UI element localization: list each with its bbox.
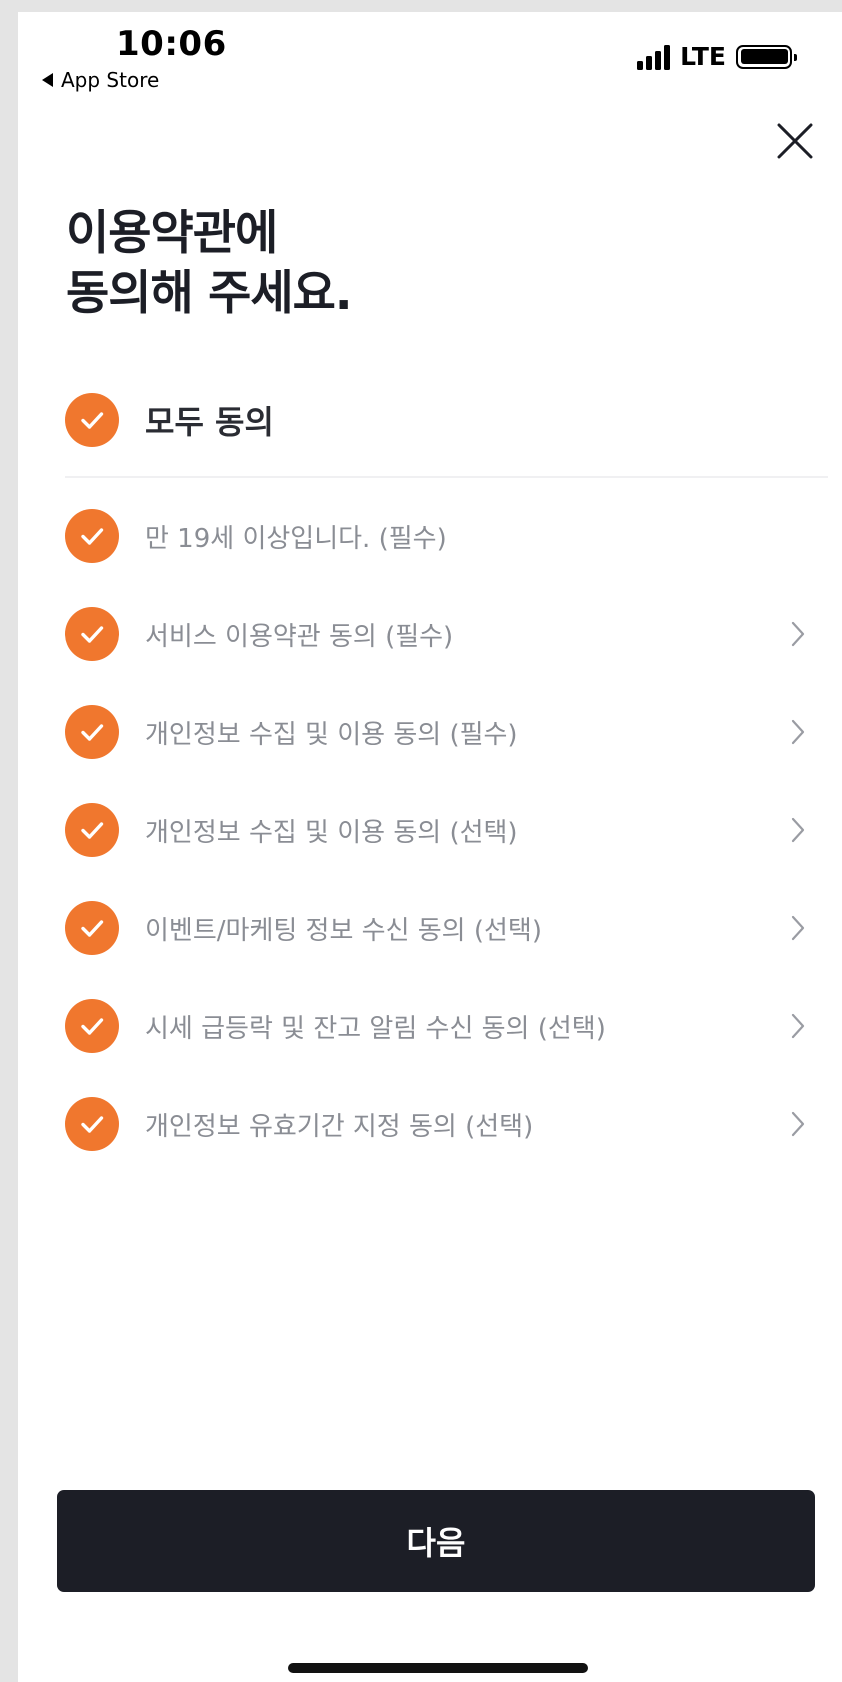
screen: 10:06 App Store LTE 이용약관에 동의해 주세요. 모두 동의… xyxy=(18,12,842,1682)
network-type: LTE xyxy=(680,42,726,71)
close-icon xyxy=(777,123,813,159)
term-item-privacy-required[interactable]: 개인정보 수집 및 이용 동의 (필수) xyxy=(65,702,828,762)
status-time: 10:06 xyxy=(116,24,227,64)
check-circle-icon xyxy=(65,999,119,1053)
back-arrow-icon xyxy=(42,73,53,87)
term-label: 개인정보 수집 및 이용 동의 (선택) xyxy=(145,817,518,848)
term-label: 시세 급등락 및 잔고 알림 수신 동의 (선택) xyxy=(145,1013,606,1044)
back-to-app-store[interactable]: App Store xyxy=(42,68,159,92)
close-button[interactable] xyxy=(773,119,817,163)
status-indicators: LTE xyxy=(637,42,797,71)
chevron-right-icon[interactable] xyxy=(788,913,808,943)
next-button[interactable]: 다음 xyxy=(57,1490,815,1592)
divider xyxy=(65,476,828,478)
check-circle-icon xyxy=(65,393,119,447)
chevron-right-icon[interactable] xyxy=(788,717,808,747)
term-item-marketing[interactable]: 이벤트/마케팅 정보 수신 동의 (선택) xyxy=(65,898,828,958)
check-circle-icon xyxy=(65,705,119,759)
check-circle-icon xyxy=(65,607,119,661)
signal-icon xyxy=(637,44,671,70)
battery-icon xyxy=(736,44,797,69)
term-label: 이벤트/마케팅 정보 수신 동의 (선택) xyxy=(145,915,542,946)
term-item-age[interactable]: 만 19세 이상입니다. (필수) xyxy=(65,506,828,566)
chevron-right-icon[interactable] xyxy=(788,619,808,649)
chevron-right-icon[interactable] xyxy=(788,1109,808,1139)
term-item-price-alert[interactable]: 시세 급등락 및 잔고 알림 수신 동의 (선택) xyxy=(65,996,828,1056)
chevron-right-icon[interactable] xyxy=(788,815,808,845)
check-circle-icon xyxy=(65,803,119,857)
agree-all-checkbox[interactable]: 모두 동의 xyxy=(65,390,828,450)
back-app-label: App Store xyxy=(61,68,160,92)
term-item-privacy-optional[interactable]: 개인정보 수집 및 이용 동의 (선택) xyxy=(65,800,828,860)
check-circle-icon xyxy=(65,509,119,563)
check-circle-icon xyxy=(65,901,119,955)
chevron-right-icon[interactable] xyxy=(788,1011,808,1041)
term-label: 만 19세 이상입니다. (필수) xyxy=(145,523,447,554)
term-label: 개인정보 유효기간 지정 동의 (선택) xyxy=(145,1111,534,1142)
term-item-service[interactable]: 서비스 이용약관 동의 (필수) xyxy=(65,604,828,664)
page-title: 이용약관에 동의해 주세요. xyxy=(66,206,353,321)
agree-all-label: 모두 동의 xyxy=(145,403,274,441)
home-indicator[interactable] xyxy=(288,1663,588,1673)
term-label: 개인정보 수집 및 이용 동의 (필수) xyxy=(145,719,518,750)
term-label: 서비스 이용약관 동의 (필수) xyxy=(145,621,454,652)
term-item-privacy-period[interactable]: 개인정보 유효기간 지정 동의 (선택) xyxy=(65,1094,828,1154)
check-circle-icon xyxy=(65,1097,119,1151)
